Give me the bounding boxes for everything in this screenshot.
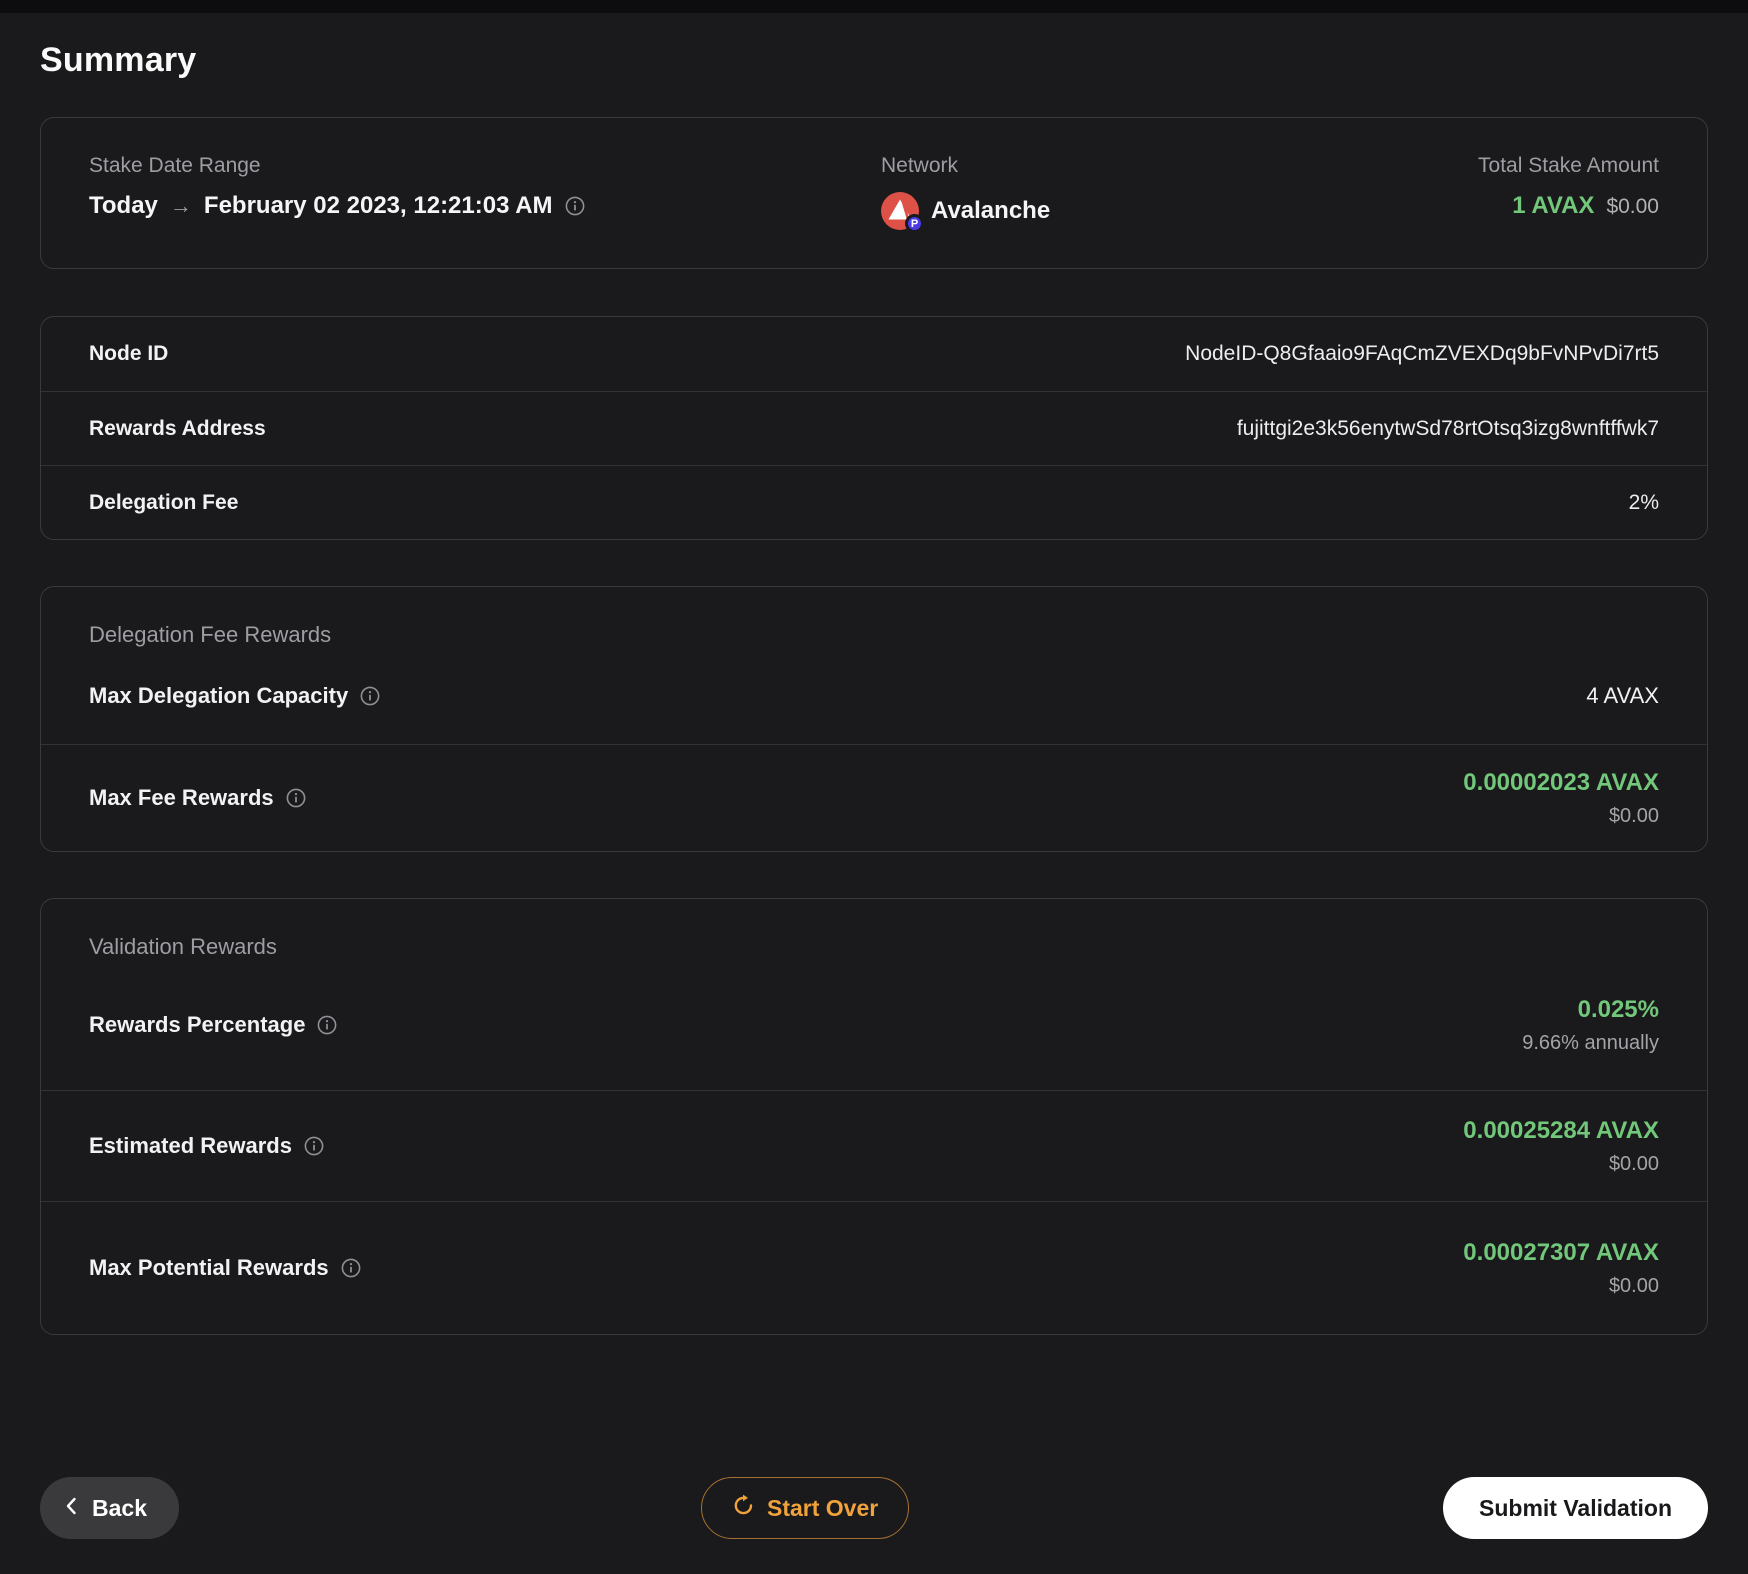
stake-date-range-label: Stake Date Range [89,154,261,177]
row-rewards-percentage: Rewards Percentage 0.025% 9.66% annually [89,960,1659,1090]
network-block: Network P Avalanche [881,154,1478,233]
table-row-node-id: Node ID NodeID-Q8Gfaaio9FAqCmZVEXDq9bFvN… [41,317,1707,391]
top-edge-bar [0,0,1748,13]
back-button[interactable]: Back [40,1477,179,1539]
max-potential-rewards-value: 0.00027307 AVAX [1463,1238,1659,1266]
page-title: Summary [40,41,197,79]
delegation-fee-label: Delegation Fee [89,490,239,514]
max-fee-rewards-usd: $0.00 [1608,804,1659,827]
network-name: Avalanche [931,197,1051,224]
arrow-right-icon: → [169,193,192,218]
max-delegation-capacity-value: 4 AVAX [1586,683,1659,708]
total-stake-block: Total Stake Amount 1 AVAX $0.00 [1478,154,1659,220]
max-fee-rewards-info-icon[interactable] [286,788,306,808]
rewards-percentage-value: 0.025% [1577,995,1659,1023]
stake-date-range-block: Stake Date Range Today → February 02 202… [89,154,881,220]
row-estimated-rewards: Estimated Rewards 0.00025284 AVAX $0.00 [89,1091,1659,1201]
start-over-button-label: Start Over [767,1494,879,1521]
total-stake-amount: 1 AVAX [1512,192,1595,219]
p-chain-badge: P [905,214,924,233]
row-max-delegation-capacity: Max Delegation Capacity 4 AVAX [89,648,1659,744]
row-max-potential-rewards: Max Potential Rewards 0.00027307 AVAX $0… [89,1202,1659,1334]
rewards-address-label: Rewards Address [89,416,266,440]
chevron-left-icon [64,1495,78,1522]
table-row-rewards-address: Rewards Address fujittgi2e3k56enytwSd78r… [41,391,1707,465]
details-card: Node ID NodeID-Q8Gfaaio9FAqCmZVEXDq9bFvN… [40,316,1708,540]
overview-card: Stake Date Range Today → February 02 202… [40,117,1708,269]
max-fee-rewards-label: Max Fee Rewards [89,785,274,810]
total-stake-usd: $0.00 [1606,195,1659,218]
refresh-icon [732,1494,755,1523]
delegation-fee-rewards-card: Delegation Fee Rewards Max Delegation Ca… [40,586,1708,852]
max-fee-rewards-value: 0.00002023 AVAX [1463,768,1659,796]
stake-date-to: February 02 2023, 12:21:03 AM [203,192,553,219]
row-max-fee-rewards: Max Fee Rewards 0.00002023 AVAX $0.00 [89,745,1659,851]
estimated-rewards-value: 0.00025284 AVAX [1463,1116,1659,1144]
rewards-percentage-info-icon[interactable] [317,1015,337,1035]
max-potential-rewards-label: Max Potential Rewards [89,1255,329,1280]
node-id-value: NodeID-Q8Gfaaio9FAqCmZVEXDq9bFvNPvDi7rt5 [1185,342,1659,365]
submit-validation-button[interactable]: Submit Validation [1443,1477,1708,1539]
table-row-delegation-fee: Delegation Fee 2% [41,465,1707,539]
total-stake-label: Total Stake Amount [1478,154,1659,177]
rewards-percentage-annual: 9.66% annually [1522,1031,1659,1054]
rewards-address-value: fujittgi2e3k56enytwSd78rtOtsq3izg8wnftff… [1236,416,1659,440]
rewards-percentage-label: Rewards Percentage [89,1012,306,1037]
max-delegation-capacity-label: Max Delegation Capacity [89,683,349,708]
start-over-button[interactable]: Start Over [701,1477,910,1539]
footer-actions: Back Start Over Submit Validation [40,1477,1708,1539]
validation-rewards-card: Validation Rewards Rewards Percentage 0.… [40,898,1708,1335]
network-label: Network [881,154,959,177]
stake-date-info-icon[interactable] [565,196,585,216]
avalanche-icon: P [881,192,924,233]
max-potential-rewards-info-icon[interactable] [341,1258,361,1278]
estimated-rewards-label: Estimated Rewards [89,1133,292,1158]
estimated-rewards-info-icon[interactable] [304,1136,324,1156]
max-delegation-capacity-info-icon[interactable] [360,686,380,706]
estimated-rewards-usd: $0.00 [1608,1152,1659,1175]
stake-date-from: Today [89,192,158,219]
delegation-fee-value: 2% [1628,490,1659,514]
back-button-label: Back [92,1494,147,1521]
delegation-fee-rewards-title: Delegation Fee Rewards [89,622,332,647]
submit-validation-button-label: Submit Validation [1479,1494,1672,1521]
validation-rewards-title: Validation Rewards [89,934,277,959]
node-id-label: Node ID [89,342,169,365]
max-potential-rewards-usd: $0.00 [1608,1274,1659,1297]
